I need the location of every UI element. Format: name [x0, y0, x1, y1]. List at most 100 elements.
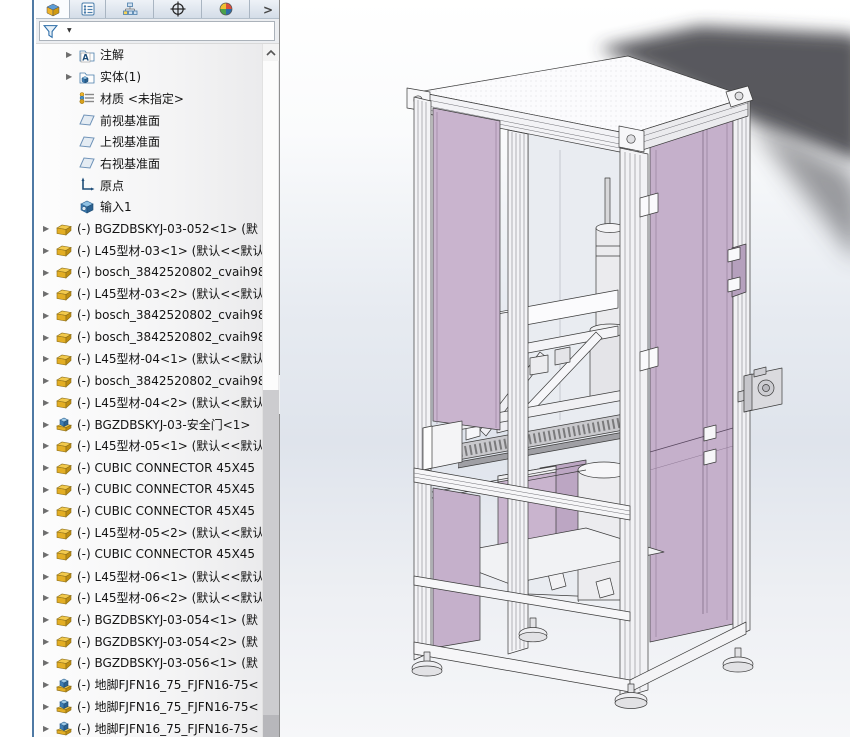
expand-arrow-icon[interactable]: ▶ [43, 376, 56, 385]
tree-row[interactable]: ▶(-) L45型材-04<2> (默认<<默认 [36, 392, 262, 414]
tree-row[interactable]: ▶(-) bosch_3842520802_cvaih98 [36, 326, 262, 348]
tree-row[interactable]: ▶ (-) L45型材-06<1> (默认<<默认 [36, 565, 262, 587]
expand-arrow-icon[interactable]: ▶ [43, 420, 56, 429]
solid-bodies-folder-icon [79, 69, 96, 85]
tree-row[interactable]: ▶(-) BGZDBSKYJ-03-054<1> (默 [36, 609, 262, 631]
tree-item-label: 实体(1) [100, 68, 141, 85]
tree-row[interactable]: ▶ (-) L45型材-05<1> (默认<<默认 [36, 435, 262, 457]
graphics-viewport[interactable] [280, 0, 850, 737]
tree-row[interactable]: ▶ (-) CUBIC CONNECTOR 45X45 [36, 478, 262, 500]
tab-overflow-chevron-icon[interactable]: > [263, 0, 273, 19]
tree-row[interactable]: 原点 [36, 174, 262, 196]
filter-funnel-icon[interactable] [43, 23, 60, 39]
tree-row[interactable]: 右视基准面 [36, 153, 262, 175]
tree-row[interactable]: ▶ (-) 地脚FJFN16_75_FJFN16-75< [36, 717, 262, 737]
expand-arrow-icon[interactable]: ▶ [43, 615, 56, 624]
tree-row[interactable]: ▶(-) BGZDBSKYJ-03-安全门<1> [36, 413, 262, 435]
assembly-icon [56, 416, 73, 432]
expand-arrow-icon[interactable]: ▶ [43, 398, 56, 407]
part-icon [56, 481, 73, 497]
expand-arrow-icon[interactable]: ▶ [43, 289, 56, 298]
filter-caret-icon[interactable]: ▼ [67, 28, 72, 34]
expand-arrow-icon[interactable]: ▶ [43, 680, 56, 689]
tree-row[interactable]: ▶ (-) CUBIC CONNECTOR 45X45 [36, 457, 262, 479]
part-icon [56, 503, 73, 519]
tree-row[interactable]: ▶(-) CUBIC CONNECTOR 45X45 [36, 544, 262, 566]
tree-row[interactable]: ▶(-) L45型材-06<2> (默认<<默认 [36, 587, 262, 609]
tree-row[interactable]: 输入1 [36, 196, 262, 218]
tree-item-label: (-) L45型材-06<1> (默认<<默认 [77, 568, 262, 585]
expand-arrow-icon[interactable]: ▶ [43, 441, 56, 450]
tree-row[interactable]: ▶(-) bosch_3842520802_cvaih98 [36, 370, 262, 392]
part-icon [56, 438, 73, 454]
3d-model [280, 0, 850, 737]
tab-displaymanager[interactable] [202, 0, 250, 18]
tab-propertymanager[interactable] [70, 0, 106, 18]
tree-row[interactable]: 材质 <未指定> [36, 87, 262, 109]
scrollbar-down-button[interactable] [263, 715, 279, 737]
expand-arrow-icon[interactable]: ▶ [43, 246, 56, 255]
expand-arrow-icon[interactable]: ▶ [66, 72, 79, 81]
tree-row[interactable]: 上视基准面 [36, 131, 262, 153]
tab-dimxpertmanager[interactable] [154, 0, 202, 18]
configurationmanager-icon [122, 1, 138, 17]
tree-item-label: (-) CUBIC CONNECTOR 45X45 [77, 461, 255, 475]
tree-item-label: 原点 [100, 177, 124, 194]
scrollbar-up-arrow-icon[interactable] [263, 44, 279, 61]
tree-row[interactable]: ▶(-) BGZDBSKYJ-03-056<1> (默 [36, 652, 262, 674]
expand-arrow-icon[interactable]: ▶ [43, 311, 56, 320]
part-icon [56, 633, 73, 649]
tree-row[interactable]: ▶ 实体(1) [36, 66, 262, 88]
tree-row[interactable]: ▶(-) BGZDBSKYJ-03-052<1> (默 [36, 218, 262, 240]
expand-arrow-icon[interactable]: ▶ [43, 354, 56, 363]
tree-item-label: (-) 地脚FJFN16_75_FJFN16-75< [77, 720, 259, 737]
tab-featuremanager[interactable] [36, 0, 70, 18]
tree-row[interactable]: ▶(-) L45型材-05<2> (默认<<默认 [36, 522, 262, 544]
part-icon [56, 242, 73, 258]
tree-row[interactable]: ▶(-) bosch_3842520802_cvaih98 [36, 261, 262, 283]
expand-arrow-icon[interactable]: ▶ [43, 658, 56, 667]
tree-row[interactable]: ▶(-) 地脚FJFN16_75_FJFN16-75< [36, 674, 262, 696]
expand-arrow-icon[interactable]: ▶ [43, 724, 56, 733]
plane-icon [79, 155, 96, 171]
tree-row[interactable]: ▶A注解 [36, 44, 262, 66]
tree-item-label: (-) L45型材-03<1> (默认<<默认 [77, 242, 262, 259]
assembly-icon [56, 677, 73, 693]
expand-arrow-icon[interactable]: ▶ [43, 637, 56, 646]
expand-arrow-icon[interactable]: ▶ [66, 50, 79, 59]
featuremanager-panel: > ▼ ▶A注解▶实体(1)材质 <未指定>前视基准面上视基准面右视基准面原点输… [36, 0, 280, 737]
solidworks-window: > ▼ ▶A注解▶实体(1)材质 <未指定>前视基准面上视基准面右视基准面原点输… [0, 0, 850, 737]
tree-row[interactable]: ▶(-) bosch_3842520802_cvaih98 [36, 305, 262, 327]
expand-arrow-icon[interactable]: ▶ [43, 485, 56, 494]
tree-item-label: 材质 <未指定> [100, 90, 184, 107]
expand-arrow-icon[interactable]: ▶ [43, 224, 56, 233]
tree-item-label: (-) CUBIC CONNECTOR 45X45 [77, 482, 255, 496]
tree-row[interactable]: ▶(-) CUBIC CONNECTOR 45X45 [36, 500, 262, 522]
expand-arrow-icon[interactable]: ▶ [43, 572, 56, 581]
tree-row[interactable]: ▶(-) L45型材-03<2> (默认<<默认 [36, 283, 262, 305]
tree-row[interactable]: ▶ (-) L45型材-04<1> (默认<<默认 [36, 348, 262, 370]
expand-arrow-icon[interactable]: ▶ [43, 506, 56, 515]
tree-scrollbar[interactable] [262, 44, 278, 737]
filter-row: ▼ [36, 19, 279, 44]
part-icon [56, 329, 73, 345]
tab-configurationmanager[interactable] [106, 0, 154, 18]
tree-row[interactable]: ▶(-) 地脚FJFN16_75_FJFN16-75< [36, 696, 262, 718]
expand-arrow-icon[interactable]: ▶ [43, 528, 56, 537]
tree-item-label: (-) L45型材-05<1> (默认<<默认 [77, 437, 262, 454]
tree-row[interactable]: ▶ (-) BGZDBSKYJ-03-054<2> (默 [36, 630, 262, 652]
tree-item-label: (-) BGZDBSKYJ-03-054<2> (默 [77, 633, 258, 650]
expand-arrow-icon[interactable]: ▶ [43, 333, 56, 342]
expand-arrow-icon[interactable]: ▶ [43, 550, 56, 559]
tree-row[interactable]: ▶ (-) L45型材-03<1> (默认<<默认 [36, 239, 262, 261]
expand-arrow-icon[interactable]: ▶ [43, 268, 56, 277]
expand-arrow-icon[interactable]: ▶ [43, 702, 56, 711]
tree-item-label: (-) L45型材-04<1> (默认<<默认 [77, 350, 262, 367]
expand-arrow-icon[interactable]: ▶ [43, 463, 56, 472]
expand-arrow-icon[interactable]: ▶ [43, 593, 56, 602]
part-icon [56, 307, 73, 323]
tree-filter-input[interactable]: ▼ [39, 21, 275, 41]
tree-item-label: 右视基准面 [100, 155, 160, 172]
tree-row[interactable]: 前视基准面 [36, 109, 262, 131]
scrollbar-thumb[interactable] [263, 390, 279, 715]
